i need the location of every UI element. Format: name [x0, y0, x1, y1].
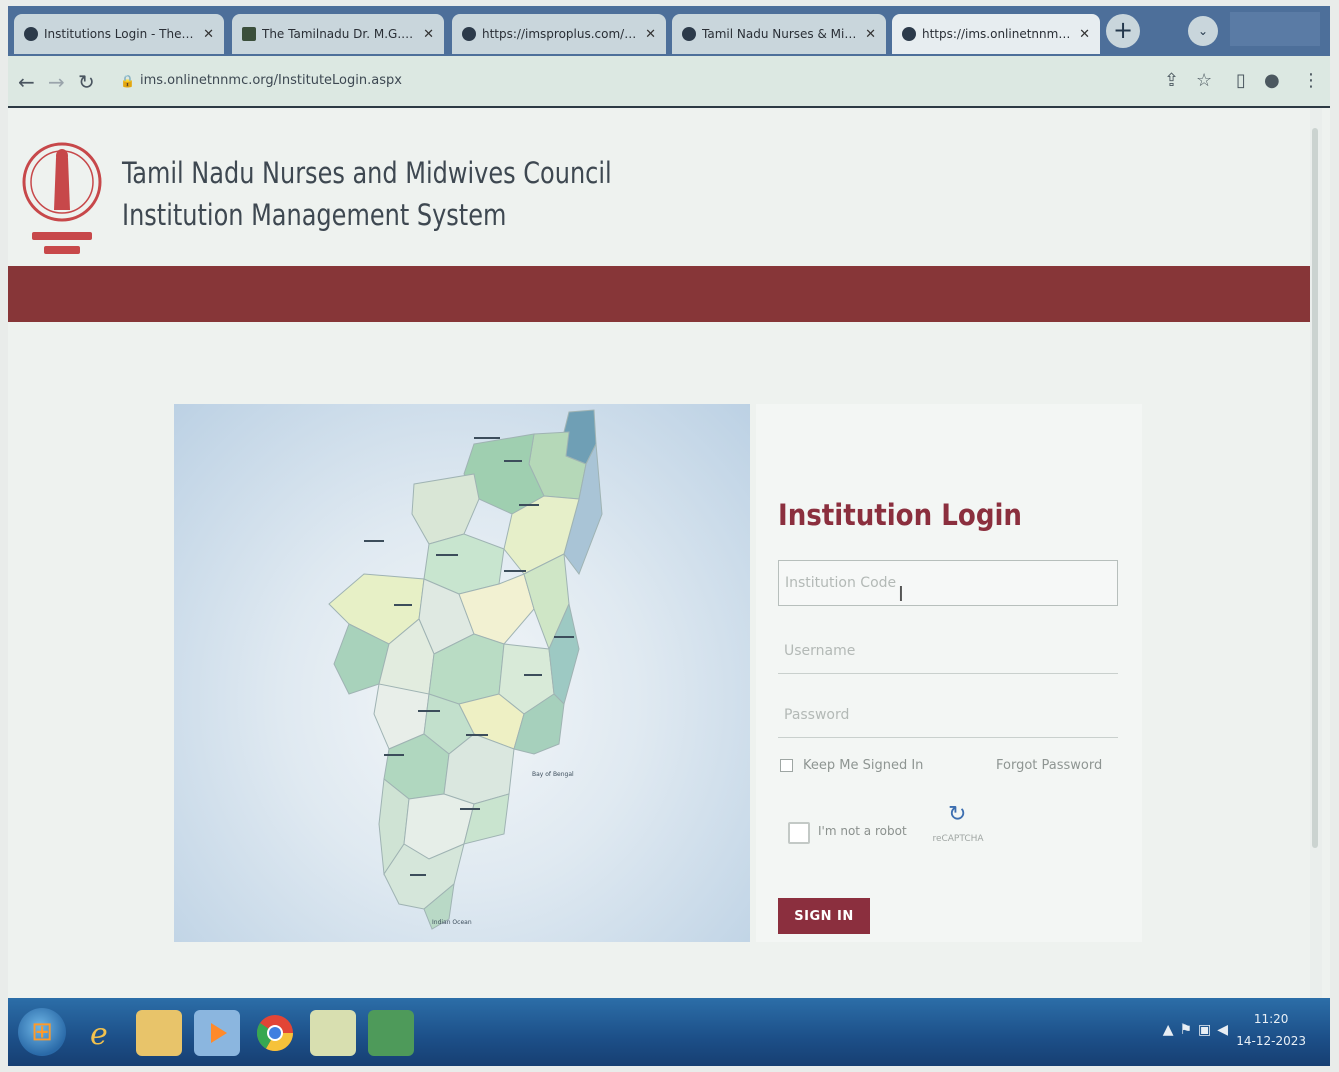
tab-ims-onlinetnnmc[interactable]: https://ims.onlinetnnmc.org/ ✕: [892, 14, 1100, 54]
tab-label: The Tamilnadu Dr. M.G.R. Me: [262, 27, 417, 41]
document-icon: [242, 27, 256, 41]
text-cursor-icon: I: [898, 582, 904, 606]
back-icon[interactable]: ←: [18, 72, 35, 92]
tab-label: https://imsproplus.com/INDI: [482, 27, 640, 41]
tamil-nadu-map: Bay of Bengal Indian Ocean: [174, 404, 750, 942]
tab-label: Tamil Nadu Nurses & Midwi: [702, 27, 860, 41]
share-icon[interactable]: ⇪: [1164, 71, 1179, 91]
lock-icon[interactable]: 🔒: [120, 74, 135, 88]
new-tab-button[interactable]: +: [1106, 14, 1140, 48]
login-card: Institution Login I Keep Me Signed In Fo…: [756, 404, 1142, 942]
profile-icon[interactable]: ●: [1264, 71, 1280, 91]
screen: Institutions Login - The Tamil ✕ The Tam…: [8, 6, 1330, 1066]
forgot-password-link[interactable]: Forgot Password: [996, 758, 1102, 773]
internet-explorer-icon[interactable]: e: [78, 1010, 124, 1056]
login-title: Institution Login: [778, 498, 1023, 532]
address-bar[interactable]: 🔒 ims.onlinetnnmc.org/InstituteLogin.asp…: [108, 66, 1148, 96]
council-emblem-logo: [22, 142, 102, 254]
globe-icon: [902, 27, 916, 41]
system-tray-icons[interactable]: ▲⚑▣◀: [1163, 1022, 1234, 1038]
taskbar-clock[interactable]: 11:20 14-12-2023: [1236, 1008, 1306, 1052]
side-panel-icon[interactable]: ▯: [1236, 71, 1246, 91]
windows-taskbar: ⊞ e ▲⚑▣◀ 11:20 14-12-2023: [8, 998, 1330, 1066]
page-body: Tamil Nadu Nurses and Midwives Council I…: [8, 108, 1310, 998]
logo-icon: [24, 27, 38, 41]
recaptcha-checkbox[interactable]: [788, 822, 810, 844]
close-icon[interactable]: ✕: [865, 27, 876, 42]
scrollbar-thumb[interactable]: [1312, 128, 1318, 848]
keep-signed-in-checkbox[interactable]: [780, 759, 793, 772]
close-icon[interactable]: ✕: [1079, 27, 1090, 42]
institution-code-input[interactable]: [778, 560, 1118, 606]
site-title: Tamil Nadu Nurses and Midwives Council I…: [122, 152, 612, 236]
bay-of-bengal-label: Bay of Bengal: [532, 771, 574, 778]
page-scrollbar[interactable]: [1310, 108, 1322, 998]
district-map-image: Bay of Bengal Indian Ocean: [328, 409, 603, 930]
close-icon[interactable]: ✕: [203, 27, 214, 42]
tab-search-button[interactable]: ⌄: [1188, 16, 1218, 46]
globe-icon: [682, 27, 696, 41]
password-input[interactable]: [778, 692, 1118, 738]
browser-toolbar: ← → ↻ 🔒 ims.onlinetnnmc.org/InstituteLog…: [8, 56, 1330, 108]
indian-ocean-label: Indian Ocean: [432, 919, 472, 926]
recaptcha-widget: I'm not a robot ↻ reCAPTCHA: [778, 800, 1008, 868]
file-explorer-icon[interactable]: [136, 1010, 182, 1056]
svg-text:e: e: [90, 1017, 108, 1052]
recaptcha-brand: reCAPTCHA: [932, 834, 984, 844]
clock-date: 14-12-2023: [1236, 1034, 1306, 1048]
sign-in-button[interactable]: SIGN IN: [778, 898, 870, 934]
close-icon[interactable]: ✕: [423, 27, 434, 42]
tab-imsproplus[interactable]: https://imsproplus.com/INDI ✕: [452, 14, 666, 54]
tab-label: Institutions Login - The Tamil: [44, 27, 198, 41]
excel-icon[interactable]: [368, 1010, 414, 1056]
reload-icon[interactable]: ↻: [78, 72, 95, 92]
close-icon[interactable]: ✕: [645, 27, 656, 42]
tab-tn-nurses-midwives[interactable]: Tamil Nadu Nurses & Midwi ✕: [672, 14, 886, 54]
header-band: [8, 266, 1310, 322]
keep-signed-in-label[interactable]: Keep Me Signed In: [803, 758, 923, 773]
browser-tab-strip: Institutions Login - The Tamil ✕ The Tam…: [8, 6, 1330, 56]
tab-label: https://ims.onlinetnnmc.org/: [922, 27, 1073, 41]
tab-institutions-login[interactable]: Institutions Login - The Tamil ✕: [14, 14, 224, 54]
bookmark-star-icon[interactable]: ☆: [1196, 71, 1212, 91]
address-text[interactable]: ims.onlinetnnmc.org/InstituteLogin.aspx: [140, 73, 402, 88]
council-name: Tamil Nadu Nurses and Midwives Council: [122, 156, 612, 190]
clock-time: 11:20: [1253, 1012, 1289, 1026]
paint-icon[interactable]: [310, 1010, 356, 1056]
recaptcha-label[interactable]: I'm not a robot: [818, 824, 907, 838]
window-controls[interactable]: [1230, 12, 1320, 46]
globe-icon: [462, 27, 476, 41]
tab-tamilnadu-mgr[interactable]: The Tamilnadu Dr. M.G.R. Me ✕: [232, 14, 444, 54]
chrome-icon[interactable]: [252, 1010, 298, 1056]
start-button[interactable]: ⊞: [18, 1008, 66, 1056]
recaptcha-icon: ↻: [948, 802, 967, 827]
system-name: Institution Management System: [122, 198, 507, 232]
media-player-icon[interactable]: [194, 1010, 240, 1056]
keep-signed-in-row[interactable]: Keep Me Signed In: [780, 758, 923, 773]
username-input[interactable]: [778, 628, 1118, 674]
menu-icon[interactable]: ⋮: [1302, 71, 1320, 91]
forward-icon[interactable]: →: [48, 72, 65, 92]
